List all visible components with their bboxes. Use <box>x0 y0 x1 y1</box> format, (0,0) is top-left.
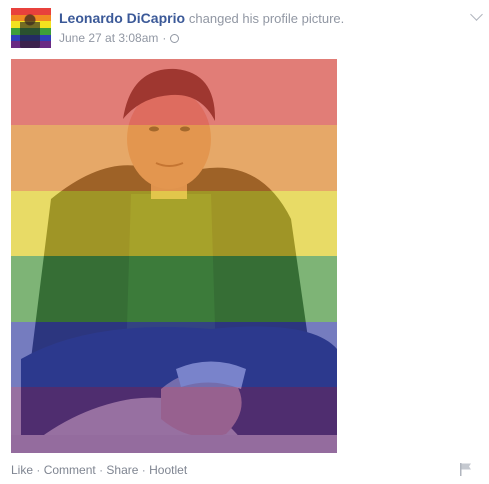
action-separator: · <box>99 463 104 477</box>
post-title: Leonardo DiCaprio changed his profile pi… <box>59 9 469 28</box>
globe-icon[interactable] <box>170 33 180 43</box>
meta-separator: · <box>162 31 167 45</box>
like-link[interactable]: Like <box>11 463 33 477</box>
rainbow-overlay <box>11 59 337 453</box>
avatar-figure <box>20 12 40 48</box>
share-link[interactable]: Share <box>106 463 138 477</box>
chevron-down-icon[interactable] <box>470 8 483 21</box>
post-actions: Like · Comment · Share · Hootlet <box>11 463 187 477</box>
action-separator: · <box>36 463 41 477</box>
photo-illustration <box>11 59 337 453</box>
comment-link[interactable]: Comment <box>44 463 96 477</box>
post-action-text: changed his profile picture. <box>188 11 345 26</box>
hootlet-link[interactable]: Hootlet <box>149 463 187 477</box>
post-meta: June 27 at 3:08am · <box>59 31 469 45</box>
post-timestamp-link[interactable]: June 27 at 3:08am <box>59 31 158 45</box>
author-name-link[interactable]: Leonardo DiCaprio <box>59 10 185 26</box>
post-header: Leonardo DiCaprio changed his profile pi… <box>59 9 469 45</box>
profile-avatar[interactable] <box>11 8 51 48</box>
profile-picture-photo[interactable] <box>11 59 337 453</box>
action-separator: · <box>141 463 146 477</box>
flag-icon[interactable] <box>459 462 473 476</box>
